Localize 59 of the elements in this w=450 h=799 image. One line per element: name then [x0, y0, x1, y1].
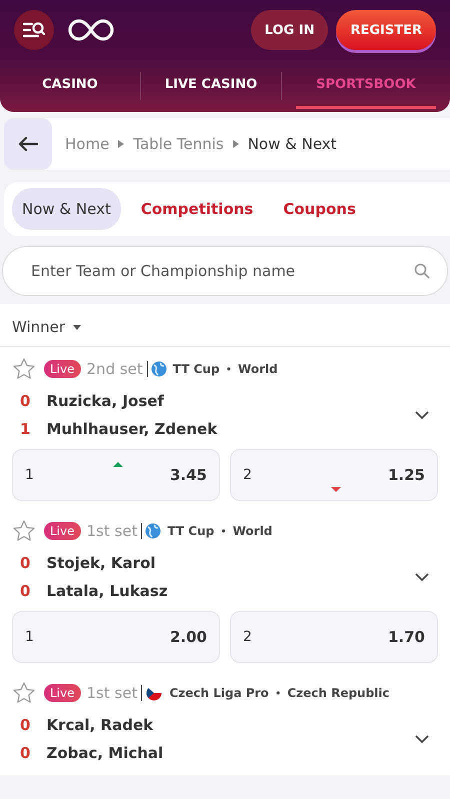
- player-score: 1: [20, 420, 30, 438]
- competition-label: TT Cup: [172, 362, 220, 376]
- caret-icon: [73, 324, 82, 330]
- separator-dot: •: [226, 362, 232, 376]
- player-name: Latala, Lukasz: [46, 582, 168, 600]
- player-score: 0: [20, 582, 30, 600]
- odds-button[interactable]: 1 2.00: [12, 611, 220, 663]
- competition-label: Czech Liga Pro: [169, 686, 269, 700]
- star-icon[interactable]: [12, 357, 36, 381]
- player-name: Zobac, Michal: [46, 744, 164, 762]
- breadcrumb-separator-icon: [232, 140, 239, 148]
- chevron-down-icon[interactable]: [414, 410, 430, 420]
- back-button[interactable]: [4, 118, 52, 170]
- odds-button[interactable]: 2 1.25: [230, 449, 438, 501]
- breadcrumb-link[interactable]: Home: [65, 135, 110, 153]
- player-name: Krcal, Radek: [46, 716, 154, 734]
- period-label: 2nd set: [86, 360, 143, 378]
- chevron-down-icon[interactable]: [414, 572, 430, 582]
- competition-label: TT Cup: [167, 524, 214, 538]
- player-score: 0: [20, 392, 30, 410]
- nav-tab[interactable]: CASINO: [0, 63, 140, 109]
- back-arrow-icon: [18, 136, 38, 152]
- infinity-logo-icon[interactable]: [68, 18, 114, 42]
- breadcrumb-link[interactable]: Table Tennis: [133, 135, 224, 153]
- odds-button[interactable]: 1 3.45: [12, 449, 220, 501]
- period-label: 1st set: [86, 684, 138, 702]
- player-score: 0: [20, 744, 30, 762]
- odds-button[interactable]: 2 1.70: [230, 611, 438, 663]
- star-icon[interactable]: [12, 681, 36, 705]
- search-field[interactable]: Enter Team or Championship name: [2, 246, 448, 296]
- menu-search-icon: [23, 21, 45, 39]
- separator-dot: •: [274, 686, 282, 700]
- filter-tab[interactable]: Now & Next: [12, 188, 121, 230]
- search-icon: [414, 263, 430, 279]
- region-label: Czech Republic: [287, 686, 390, 700]
- separator-dot: •: [220, 524, 227, 538]
- chevron-down-icon[interactable]: [414, 734, 430, 744]
- register-button[interactable]: REGISTER: [336, 10, 436, 50]
- globe-icon: [145, 523, 162, 539]
- login-button[interactable]: LOG IN: [250, 10, 328, 50]
- nav-tab[interactable]: LIVE CASINO: [141, 63, 281, 109]
- period-label: 1st set: [86, 522, 138, 540]
- live-badge: Live: [44, 684, 81, 702]
- player-name: Stojek, Karol: [46, 554, 156, 572]
- market-dropdown[interactable]: Winner: [12, 318, 66, 336]
- globe-icon: [150, 361, 167, 377]
- player-name: Ruzicka, Josef: [46, 392, 164, 410]
- region-label: World: [238, 362, 278, 376]
- live-badge: Live: [44, 360, 81, 378]
- player-name: Muhlhauser, Zdenek: [46, 420, 218, 438]
- filter-tab[interactable]: Coupons: [273, 188, 366, 230]
- player-score: 0: [20, 716, 30, 734]
- filter-tab[interactable]: Competitions: [130, 188, 264, 230]
- region-label: World: [232, 524, 272, 538]
- live-badge: Live: [44, 522, 81, 540]
- star-icon[interactable]: [12, 519, 36, 543]
- breadcrumb-separator-icon: [118, 140, 124, 148]
- player-score: 0: [20, 554, 30, 572]
- menu-search-button[interactable]: [14, 10, 54, 50]
